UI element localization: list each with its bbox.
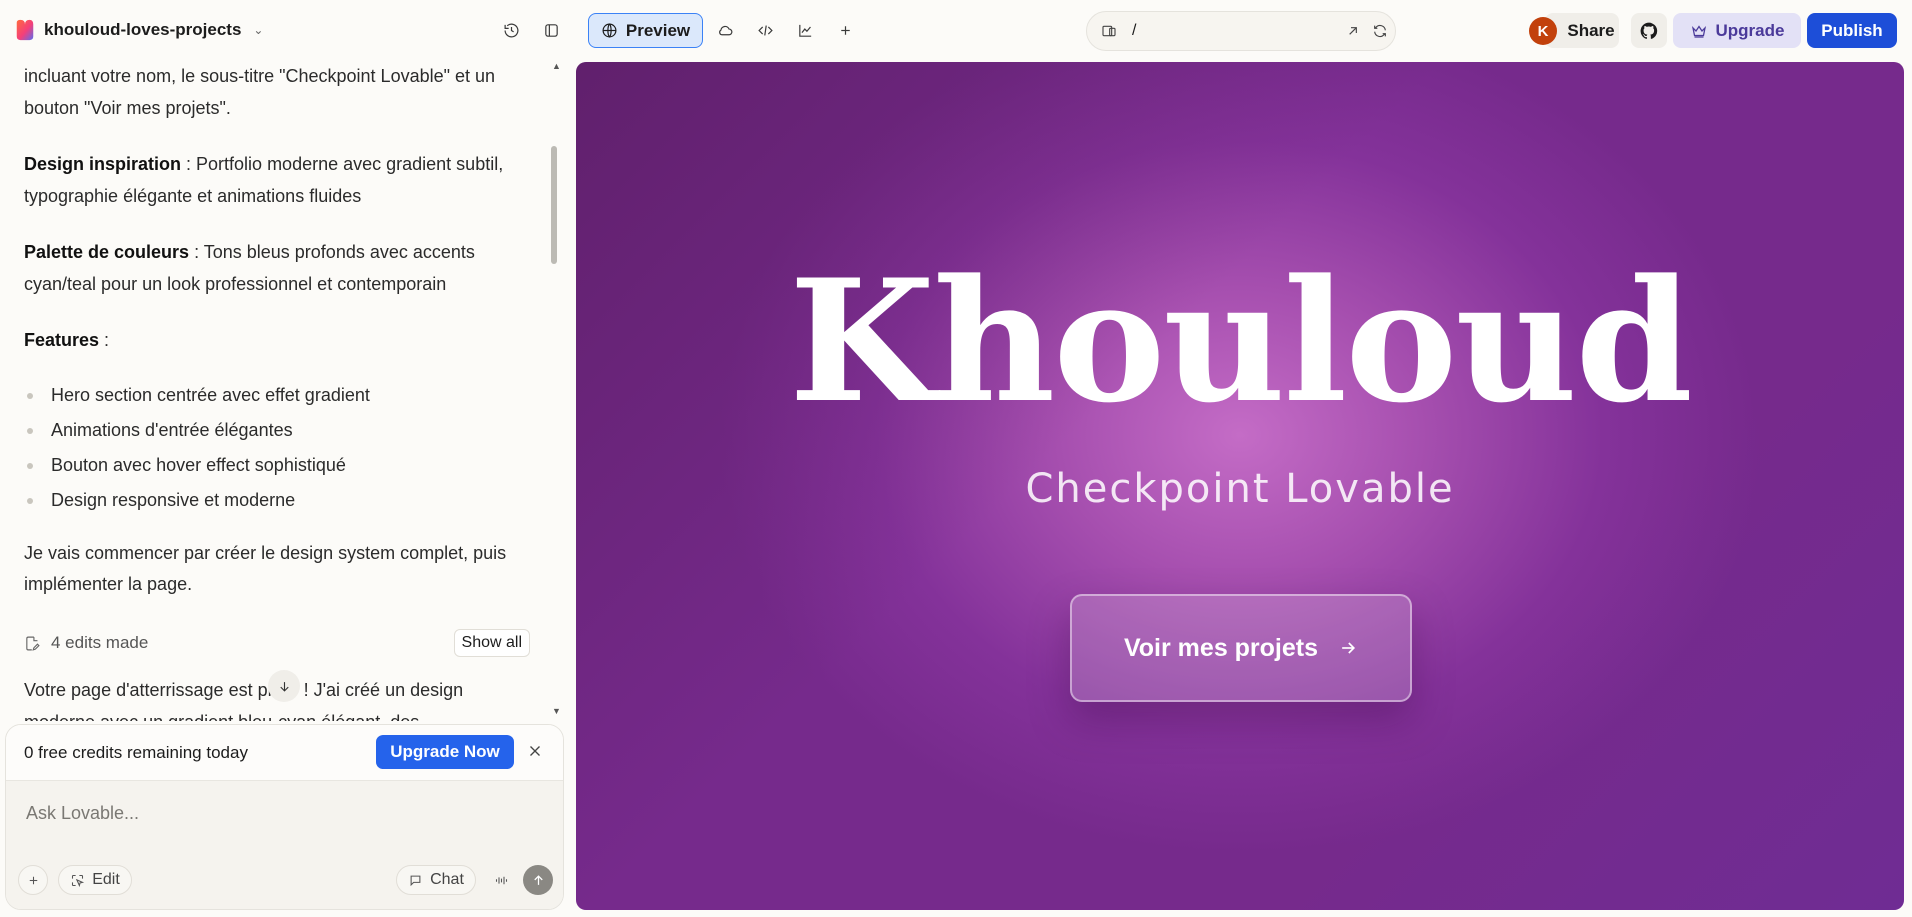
close-icon[interactable] — [526, 742, 546, 762]
scroll-up-arrow-icon[interactable]: ▲ — [552, 61, 561, 71]
list-item: Bouton avec hover effect sophistiqué — [24, 448, 524, 483]
sidebar-toggle-icon[interactable] — [534, 13, 568, 47]
scroll-to-bottom-button[interactable] — [268, 670, 300, 702]
globe-icon — [602, 23, 617, 38]
url-path: / — [1132, 22, 1137, 39]
file-edit-icon — [26, 636, 40, 651]
chat-bubble-icon — [410, 875, 421, 886]
features-heading: Features : — [24, 325, 524, 357]
refresh-icon[interactable] — [1372, 23, 1390, 41]
design-paragraph: Design inspiration : Portfolio moderne a… — [24, 149, 524, 212]
composer-toolbar: Edit Chat — [18, 865, 553, 895]
features-label: Features — [24, 330, 100, 350]
plan-text: Je vais commencer par créer le design sy… — [24, 542, 507, 595]
share-label: Share — [1567, 20, 1615, 40]
cta-label: Voir mes projets — [1123, 633, 1319, 662]
publish-button[interactable]: Publish — [1807, 13, 1897, 48]
chat-label: Chat — [430, 871, 464, 888]
project-name: khouloud-loves-projects — [44, 20, 242, 39]
list-item: Animations d'entrée élégantes — [24, 413, 524, 448]
attach-button[interactable] — [18, 865, 48, 895]
features-suffix: : — [99, 330, 110, 350]
prompt-placeholder: Ask Lovable... — [26, 803, 140, 823]
avatar[interactable]: K — [1529, 17, 1557, 45]
credits-banner: 0 free credits remaining today Upgrade N… — [6, 725, 563, 781]
app-preview[interactable]: Khouloud Checkpoint Lovable Voir mes pro… — [576, 62, 1904, 910]
preview-button[interactable]: Preview — [588, 13, 703, 48]
send-button[interactable] — [523, 865, 553, 895]
list-item: Hero section centrée avec effet gradient — [24, 378, 524, 413]
upgrade-button[interactable]: Upgrade — [1673, 13, 1801, 48]
device-toggle-icon[interactable] — [1101, 23, 1119, 41]
preview-label: Preview — [625, 20, 691, 40]
open-external-icon[interactable] — [1345, 23, 1363, 41]
code-icon[interactable] — [748, 13, 782, 47]
plus-icon[interactable] — [828, 13, 862, 47]
hero-title: Khouloud — [789, 242, 1693, 440]
audio-waveform-icon — [495, 876, 507, 884]
crown-icon — [1691, 24, 1706, 38]
url-bar[interactable]: / — [1086, 11, 1396, 51]
composer: 0 free credits remaining today Upgrade N… — [5, 724, 564, 910]
prompt-input[interactable]: Ask Lovable... Edit Chat — [6, 781, 563, 909]
chat-intro-text: incluant votre nom, le sous-titre "Check… — [24, 66, 496, 118]
top-bar: khouloud-loves-projects ⌄ Preview / Shar — [0, 0, 1912, 61]
hero-subtitle: Checkpoint Lovable — [1025, 466, 1455, 512]
chat-scrollbar[interactable] — [551, 146, 557, 264]
arrow-up-icon — [533, 874, 543, 885]
chat-panel: incluant votre nom, le sous-titre "Check… — [0, 61, 568, 721]
list-item: Design responsive et moderne — [24, 483, 524, 518]
github-icon — [1640, 22, 1658, 39]
edits-label: 4 edits made — [51, 633, 149, 652]
design-label: Design inspiration — [24, 154, 182, 174]
analytics-icon[interactable] — [788, 13, 822, 47]
edits-info: 4 edits made — [24, 633, 148, 653]
credits-text: 0 free credits remaining today — [24, 742, 248, 762]
cloud-icon[interactable] — [708, 13, 742, 47]
chevron-down-icon: ⌄ — [253, 23, 264, 37]
chat-mode-button[interactable]: Chat — [396, 865, 476, 895]
voice-button[interactable] — [488, 865, 514, 895]
arrow-down-icon — [279, 681, 289, 692]
features-list: Hero section centrée avec effet gradient… — [24, 378, 524, 518]
chat-message: incluant votre nom, le sous-titre "Check… — [24, 61, 524, 626]
project-switcher[interactable]: khouloud-loves-projects ⌄ — [14, 16, 263, 44]
view-projects-button[interactable]: Voir mes projets — [1070, 594, 1412, 702]
select-edit-icon — [72, 874, 85, 887]
lovable-logo-icon — [14, 19, 34, 41]
upgrade-now-button[interactable]: Upgrade Now — [376, 735, 514, 769]
arrow-right-icon — [1342, 642, 1356, 654]
edit-button[interactable]: Edit — [58, 865, 132, 895]
edit-label: Edit — [92, 871, 120, 888]
show-all-button[interactable]: Show all — [453, 629, 530, 657]
github-button[interactable] — [1631, 13, 1667, 48]
upgrade-label: Upgrade — [1715, 20, 1785, 40]
plus-icon — [29, 876, 37, 884]
scroll-down-arrow-icon[interactable]: ▼ — [552, 706, 561, 716]
edits-summary: 4 edits made Show all — [24, 627, 530, 659]
palette-paragraph: Palette de couleurs : Tons bleus profond… — [24, 237, 524, 300]
history-icon[interactable] — [494, 13, 528, 47]
palette-label: Palette de couleurs — [24, 242, 190, 262]
